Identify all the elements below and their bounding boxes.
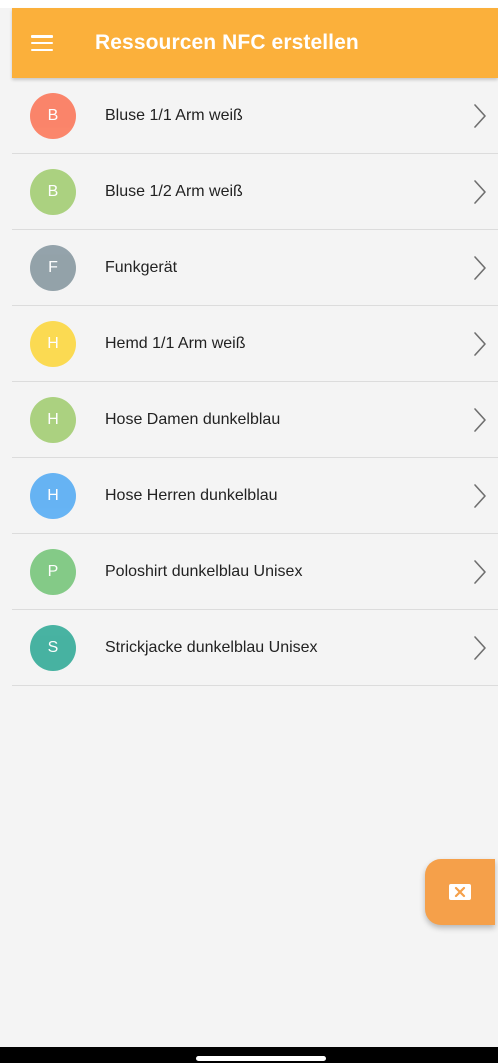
chevron-right-icon[interactable] [472,635,488,661]
hamburger-menu-icon [31,35,53,51]
avatar: H [30,320,76,367]
list-item[interactable]: H Hose Damen dunkelblau [12,382,498,458]
avatar: F [30,244,76,291]
chevron-right-icon[interactable] [472,483,488,509]
backspace-close-icon [449,884,471,900]
avatar: S [30,624,76,671]
list-item[interactable]: F Funkgerät [12,230,498,306]
clear-button[interactable] [425,859,495,925]
avatar: B [30,92,76,139]
resource-list: B Bluse 1/1 Arm weiß B Bluse 1/2 Arm weiß F F… [12,78,498,686]
list-item-label: Strickjacke dunkelblau Unisex [105,638,318,656]
avatar: H [30,472,76,519]
list-item[interactable]: P Poloshirt dunkelblau Unisex [12,534,498,610]
chevron-right-icon[interactable] [472,255,488,281]
chevron-right-icon[interactable] [472,559,488,585]
list-item-label: Poloshirt dunkelblau Unisex [105,562,303,580]
list-item[interactable]: H Hose Herren dunkelblau [12,458,498,534]
status-bar-area [0,0,498,8]
menu-button[interactable] [12,8,72,78]
avatar: P [30,548,76,595]
list-item-label: Hose Damen dunkelblau [105,410,281,428]
list-item-label: Funkgerät [105,258,178,276]
chevron-right-icon[interactable] [472,407,488,433]
home-indicator[interactable] [196,1056,326,1061]
app-screen: Ressourcen NFC erstellen B Bluse 1/1 Arm … [0,0,498,1063]
avatar: B [30,168,76,215]
app-bar: Ressourcen NFC erstellen [12,8,498,78]
chevron-right-icon[interactable] [472,331,488,357]
list-item-label: Bluse 1/2 Arm weiß [105,182,243,200]
chevron-right-icon[interactable] [472,103,488,129]
avatar: H [30,396,76,443]
list-item-label: Hose Herren dunkelblau [105,486,278,504]
system-nav-bar [0,1047,498,1063]
list-item[interactable]: B Bluse 1/1 Arm weiß [12,78,498,154]
list-item-label: Hemd 1/1 Arm weiß [105,334,246,352]
list-item[interactable]: H Hemd 1/1 Arm weiß [12,306,498,382]
chevron-right-icon[interactable] [472,179,488,205]
list-item[interactable]: S Strickjacke dunkelblau Unisex [12,610,498,686]
page-title: Ressourcen NFC erstellen [95,31,359,54]
list-item[interactable]: B Bluse 1/2 Arm weiß [12,154,498,230]
list-item-label: Bluse 1/1 Arm weiß [105,106,243,124]
